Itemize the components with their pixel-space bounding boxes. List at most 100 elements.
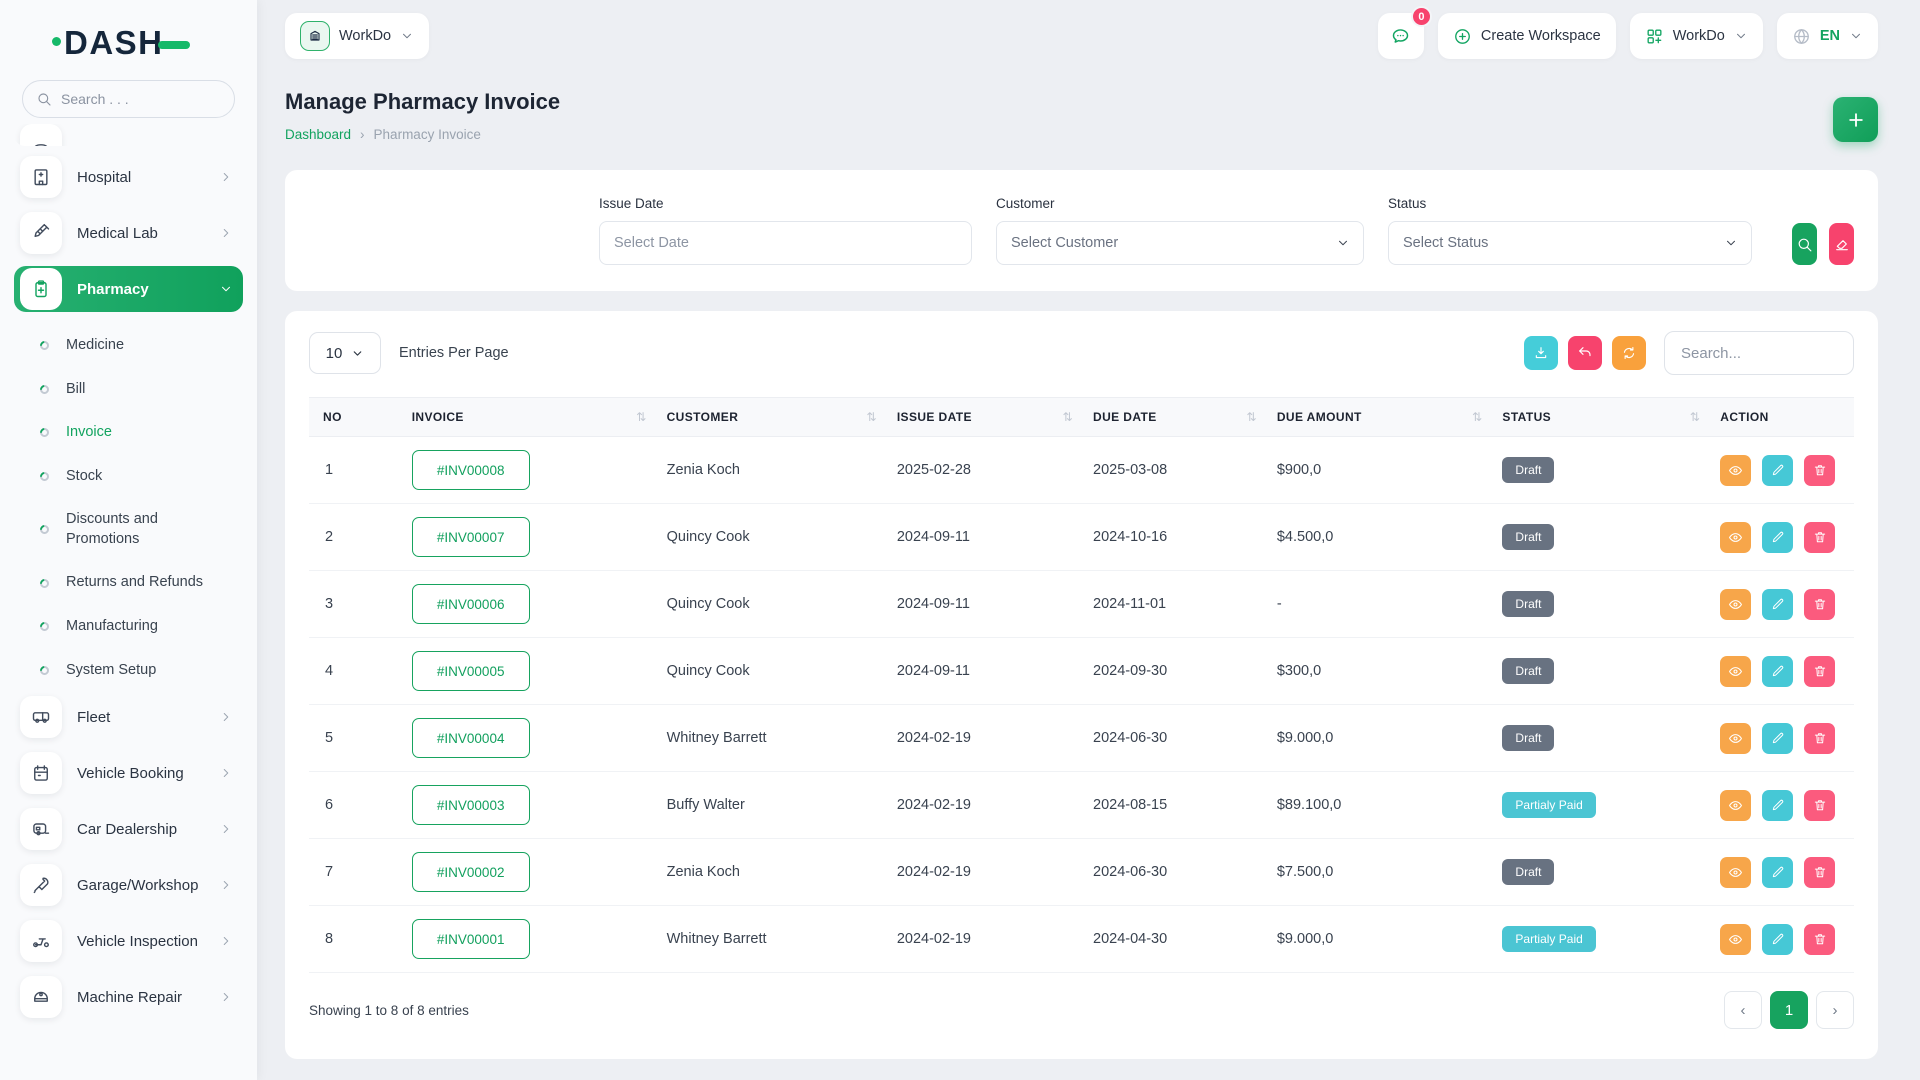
delete-button[interactable] [1804, 522, 1835, 553]
eye-icon [1728, 865, 1743, 880]
invoice-number-link[interactable]: #INV00001 [412, 919, 530, 959]
submenu-item-system-setup[interactable]: System Setup [40, 649, 243, 693]
sidebar-search-input[interactable] [61, 91, 211, 107]
table-row: 3 #INV00006 Quincy Cook 2024-09-11 2024-… [309, 571, 1854, 638]
invoice-number-link[interactable]: #INV00006 [412, 584, 530, 624]
column-header-customer[interactable]: CUSTOMER⇅ [657, 398, 887, 437]
refresh-button[interactable] [1612, 336, 1646, 370]
messages-button[interactable]: 0 [1378, 13, 1424, 59]
column-header-issue-date[interactable]: ISSUE DATE⇅ [887, 398, 1083, 437]
view-button[interactable] [1720, 522, 1751, 553]
column-header-due-date[interactable]: DUE DATE⇅ [1083, 398, 1267, 437]
table-row: 4 #INV00005 Quincy Cook 2024-09-11 2024-… [309, 638, 1854, 705]
status-select[interactable]: Select Status [1388, 221, 1752, 265]
issue-date-input[interactable] [614, 235, 957, 251]
sort-icon[interactable]: ⇅ [866, 410, 876, 424]
delete-button[interactable] [1804, 589, 1835, 620]
row-number-cell: 4 [309, 638, 402, 705]
edit-button[interactable] [1762, 857, 1793, 888]
edit-button[interactable] [1762, 589, 1793, 620]
delete-button[interactable] [1804, 924, 1835, 955]
page-title: Manage Pharmacy Invoice [285, 89, 560, 115]
delete-button[interactable] [1804, 790, 1835, 821]
undo-button[interactable] [1568, 336, 1602, 370]
submenu-item-invoice[interactable]: Invoice [40, 411, 243, 455]
sidebar-search[interactable] [22, 80, 235, 118]
delete-button[interactable] [1804, 723, 1835, 754]
view-button[interactable] [1720, 790, 1751, 821]
export-button[interactable] [1524, 336, 1558, 370]
issue-date-cell: 2024-02-19 [887, 772, 1083, 839]
due-date-cell: 2024-04-30 [1083, 906, 1267, 973]
column-header-due-amount[interactable]: DUE AMOUNT⇅ [1267, 398, 1493, 437]
delete-button[interactable] [1804, 857, 1835, 888]
view-button[interactable] [1720, 656, 1751, 687]
pagination-prev-button[interactable]: ‹ [1724, 991, 1762, 1029]
sidebar-item-label: Medical Lab [77, 225, 158, 242]
edit-button[interactable] [1762, 656, 1793, 687]
sort-icon[interactable]: ⇅ [1690, 410, 1700, 424]
create-invoice-button[interactable] [1833, 97, 1878, 142]
pagination-page-1[interactable]: 1 [1770, 991, 1808, 1029]
edit-button[interactable] [1762, 455, 1793, 486]
sort-icon[interactable]: ⇅ [1063, 410, 1073, 424]
workspace-switcher[interactable]: WorkDo [285, 13, 429, 59]
column-header-status[interactable]: STATUS⇅ [1492, 398, 1710, 437]
sort-icon[interactable]: ⇅ [1246, 410, 1256, 424]
sidebar-item-car-dealership[interactable]: Car Dealership [14, 806, 243, 852]
status-badge: Draft [1502, 591, 1554, 617]
sidebar-item-vehicle-booking[interactable]: Vehicle Booking [14, 750, 243, 796]
reset-filter-button[interactable] [1829, 223, 1854, 265]
app-logo[interactable]: DASH [0, 0, 257, 62]
edit-button[interactable] [1762, 790, 1793, 821]
invoice-number-link[interactable]: #INV00005 [412, 651, 530, 691]
user-menu[interactable]: WorkDo [1630, 13, 1763, 59]
invoice-number-link[interactable]: #INV00002 [412, 852, 530, 892]
customer-select[interactable]: Select Customer [996, 221, 1364, 265]
edit-button[interactable] [1762, 924, 1793, 955]
submenu-item-bill[interactable]: Bill [40, 368, 243, 412]
breadcrumb-dashboard-link[interactable]: Dashboard [285, 127, 351, 142]
sidebar-item-garage-workshop[interactable]: Garage/Workshop [14, 862, 243, 908]
pagination-next-button[interactable]: › [1816, 991, 1854, 1029]
column-header-invoice[interactable]: INVOICE⇅ [402, 398, 657, 437]
sidebar-item-vehicle-inspection[interactable]: Vehicle Inspection [14, 918, 243, 964]
table-search-input[interactable] [1664, 331, 1854, 375]
submenu-item-medicine[interactable]: Medicine [40, 324, 243, 368]
view-button[interactable] [1720, 455, 1751, 486]
page-size-select[interactable]: 10 [309, 332, 381, 374]
invoice-number-link[interactable]: #INV00008 [412, 450, 530, 490]
eye-icon [1728, 798, 1743, 813]
sort-icon[interactable]: ⇅ [636, 410, 646, 424]
submenu-item-discounts[interactable]: Discounts and Promotions [40, 498, 243, 561]
sort-icon[interactable]: ⇅ [1472, 410, 1482, 424]
create-workspace-button[interactable]: Create Workspace [1438, 13, 1616, 59]
due-amount-cell: $9.000,0 [1267, 705, 1493, 772]
view-button[interactable] [1720, 723, 1751, 754]
chevron-right-icon [219, 226, 233, 240]
sidebar-nav: Hospital Medical Lab Pharmacy [0, 118, 257, 1020]
submenu-item-returns[interactable]: Returns and Refunds [40, 561, 243, 605]
view-button[interactable] [1720, 857, 1751, 888]
sidebar-item-hospital[interactable]: Hospital [14, 154, 243, 200]
issue-date-cell: 2024-09-11 [887, 504, 1083, 571]
invoice-number-link[interactable]: #INV00007 [412, 517, 530, 557]
sidebar-item-partially-hidden[interactable] [14, 124, 243, 146]
view-button[interactable] [1720, 589, 1751, 620]
invoice-number-link[interactable]: #INV00004 [412, 718, 530, 758]
sidebar-item-machine-repair[interactable]: Machine Repair [14, 974, 243, 1020]
language-selector[interactable]: EN [1777, 13, 1878, 59]
edit-button[interactable] [1762, 723, 1793, 754]
delete-button[interactable] [1804, 455, 1835, 486]
apply-filter-button[interactable] [1792, 223, 1817, 265]
delete-button[interactable] [1804, 656, 1835, 687]
invoice-number-link[interactable]: #INV00003 [412, 785, 530, 825]
sidebar-item-medical-lab[interactable]: Medical Lab [14, 210, 243, 256]
sidebar-item-pharmacy[interactable]: Pharmacy [14, 266, 243, 312]
submenu-item-stock[interactable]: Stock [40, 455, 243, 499]
sidebar-item-fleet[interactable]: Fleet [14, 694, 243, 740]
status-badge: Draft [1502, 457, 1554, 483]
submenu-item-manufacturing[interactable]: Manufacturing [40, 605, 243, 649]
view-button[interactable] [1720, 924, 1751, 955]
edit-button[interactable] [1762, 522, 1793, 553]
